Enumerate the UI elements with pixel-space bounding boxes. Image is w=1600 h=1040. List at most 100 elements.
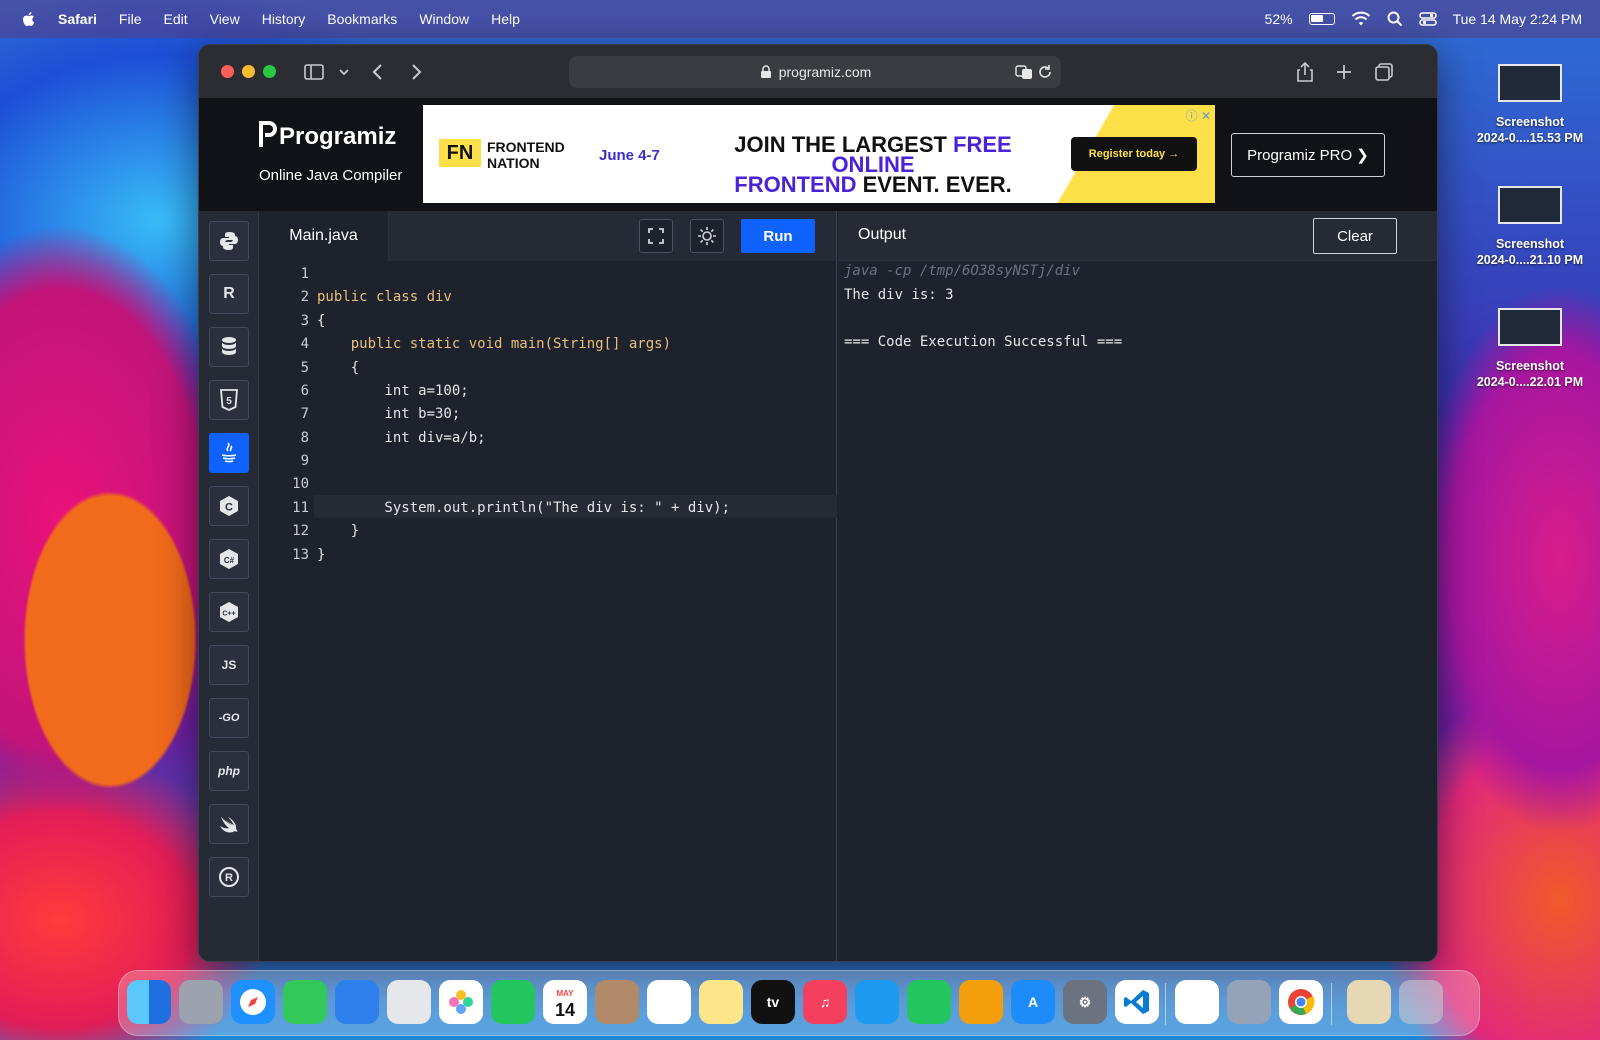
menu-help[interactable]: Help xyxy=(491,11,520,27)
menu-edit[interactable]: Edit xyxy=(163,11,187,27)
finder-icon[interactable] xyxy=(127,980,171,1024)
clear-button[interactable]: Clear xyxy=(1313,218,1397,254)
menu-file[interactable]: File xyxy=(119,11,142,27)
safari-icon[interactable] xyxy=(231,980,275,1024)
tab-main-java[interactable]: Main.java xyxy=(259,211,389,261)
contacts-icon[interactable] xyxy=(595,980,639,1024)
new-tab-icon[interactable] xyxy=(1333,61,1355,83)
forward-icon[interactable] xyxy=(405,61,427,83)
control-center-icon[interactable] xyxy=(1418,11,1437,27)
downloads-stack-icon[interactable] xyxy=(1347,980,1391,1024)
theme-toggle-button[interactable] xyxy=(690,219,724,253)
r-icon: R xyxy=(223,285,235,302)
app-store-icon[interactable]: A xyxy=(1011,980,1055,1024)
ad-register-button[interactable]: Register today → xyxy=(1071,137,1197,171)
lang-java-button[interactable] xyxy=(209,433,249,473)
code-line: } xyxy=(317,547,326,563)
trash-icon[interactable] xyxy=(1399,980,1443,1024)
lang-go-button[interactable]: -GO xyxy=(209,698,249,738)
preview-icon[interactable] xyxy=(1227,980,1271,1024)
lang-c-button[interactable]: C xyxy=(209,486,249,526)
menu-view[interactable]: View xyxy=(210,11,240,27)
desktop-screenshot-3[interactable]: Screenshot 2024-0....22.01 PM xyxy=(1470,308,1590,390)
notes-icon[interactable] xyxy=(699,980,743,1024)
line-number: 13 xyxy=(292,547,309,563)
php-icon: php xyxy=(218,764,240,778)
messages-icon[interactable] xyxy=(283,980,327,1024)
photos-icon[interactable] xyxy=(439,980,483,1024)
lang-cpp-button[interactable]: C++ xyxy=(209,592,249,632)
battery-percent: 52% xyxy=(1264,11,1293,27)
vscode-glyph xyxy=(1124,990,1149,1014)
apple-menu-icon[interactable] xyxy=(20,10,38,28)
reload-icon[interactable] xyxy=(1037,64,1053,80)
calendar-icon[interactable]: MAY 14 xyxy=(543,980,587,1024)
line-number: 4 xyxy=(300,336,309,352)
desktop-file-date: 2024-0....15.53 PM xyxy=(1476,131,1584,145)
tab-overview-icon[interactable] xyxy=(1373,61,1395,83)
lang-php-button[interactable]: php xyxy=(209,751,249,791)
fullscreen-button[interactable] xyxy=(639,219,673,253)
close-window-button[interactable] xyxy=(221,65,234,78)
lang-sql-button[interactable] xyxy=(209,327,249,367)
lang-python-button[interactable] xyxy=(209,221,249,261)
menu-history[interactable]: History xyxy=(262,11,306,27)
vscode-icon[interactable] xyxy=(1115,980,1159,1024)
launchpad-icon[interactable] xyxy=(179,980,223,1024)
facetime-icon[interactable] xyxy=(491,980,535,1024)
apple-tv-icon[interactable]: tv xyxy=(751,980,795,1024)
mail-icon[interactable] xyxy=(335,980,379,1024)
menu-app-name[interactable]: Safari xyxy=(58,11,97,27)
code-line: { xyxy=(317,360,360,376)
output-panel: Output Clear java -cp /tmp/6O38syNSTj/di… xyxy=(838,211,1437,961)
chevron-down-icon[interactable] xyxy=(333,61,355,83)
line-number: 11 xyxy=(292,500,309,516)
spotlight-search-icon[interactable] xyxy=(1387,11,1403,27)
translate-icon[interactable] xyxy=(1015,64,1033,80)
system-settings-icon[interactable]: ⚙ xyxy=(1063,980,1107,1024)
screenshot-thumbnail xyxy=(1498,308,1562,346)
pages-icon[interactable] xyxy=(959,980,1003,1024)
desktop-screenshot-1[interactable]: Screenshot 2024-0....15.53 PM xyxy=(1470,64,1590,146)
sidebar-toggle-icon[interactable] xyxy=(303,61,325,83)
lang-html-button[interactable]: 5 xyxy=(209,380,249,420)
code-line: { xyxy=(317,313,326,329)
programiz-logo[interactable]: Programiz xyxy=(279,123,396,151)
lang-swift-button[interactable] xyxy=(209,804,249,844)
menu-window[interactable]: Window xyxy=(419,11,469,27)
battery-icon[interactable] xyxy=(1308,13,1335,25)
menu-bookmarks[interactable]: Bookmarks xyxy=(327,11,397,27)
maps-icon[interactable] xyxy=(387,980,431,1024)
lang-csharp-button[interactable]: C# xyxy=(209,539,249,579)
chrome-icon[interactable] xyxy=(1279,980,1323,1024)
run-button[interactable]: Run xyxy=(741,219,815,253)
menubar-clock[interactable]: Tue 14 May 2:24 PM xyxy=(1453,11,1582,27)
c-icon: C xyxy=(220,496,238,516)
address-bar[interactable]: programiz.com xyxy=(569,56,1061,88)
ad-close-icon[interactable]: ⓘ ✕ xyxy=(1186,107,1211,124)
freeform-icon[interactable] xyxy=(1175,980,1219,1024)
status-area: 52% Tue 14 May 2:24 PM xyxy=(1265,11,1582,27)
wifi-icon[interactable] xyxy=(1351,11,1371,27)
lang-rust-button[interactable]: R xyxy=(209,857,249,897)
programiz-pro-button[interactable]: Programiz PRO ❯ xyxy=(1231,133,1385,177)
programiz-logo-icon[interactable] xyxy=(257,119,279,149)
share-icon[interactable] xyxy=(1294,61,1316,83)
output-result: The div is: 3 xyxy=(844,287,954,303)
zoom-window-button[interactable] xyxy=(263,65,276,78)
minimize-window-button[interactable] xyxy=(242,65,255,78)
line-number: 7 xyxy=(300,406,309,422)
lang-r-button[interactable]: R xyxy=(209,274,249,314)
keynote-icon[interactable] xyxy=(855,980,899,1024)
back-icon[interactable] xyxy=(367,61,389,83)
desktop-screenshot-2[interactable]: Screenshot 2024-0....21.10 PM xyxy=(1470,186,1590,268)
advertisement-banner[interactable]: FN FRONTEND NATION June 4-7 JOIN THE LAR… xyxy=(423,105,1215,203)
compass-glyph xyxy=(240,989,266,1015)
ad-brand-line1: FRONTEND xyxy=(487,139,565,155)
lang-js-button[interactable]: JS xyxy=(209,645,249,685)
reminders-icon[interactable] xyxy=(647,980,691,1024)
numbers-icon[interactable] xyxy=(907,980,951,1024)
output-status[interactable]: === Code Execution Successful === xyxy=(844,334,1122,350)
music-icon[interactable]: ♫ xyxy=(803,980,847,1024)
lock-icon xyxy=(760,65,771,78)
